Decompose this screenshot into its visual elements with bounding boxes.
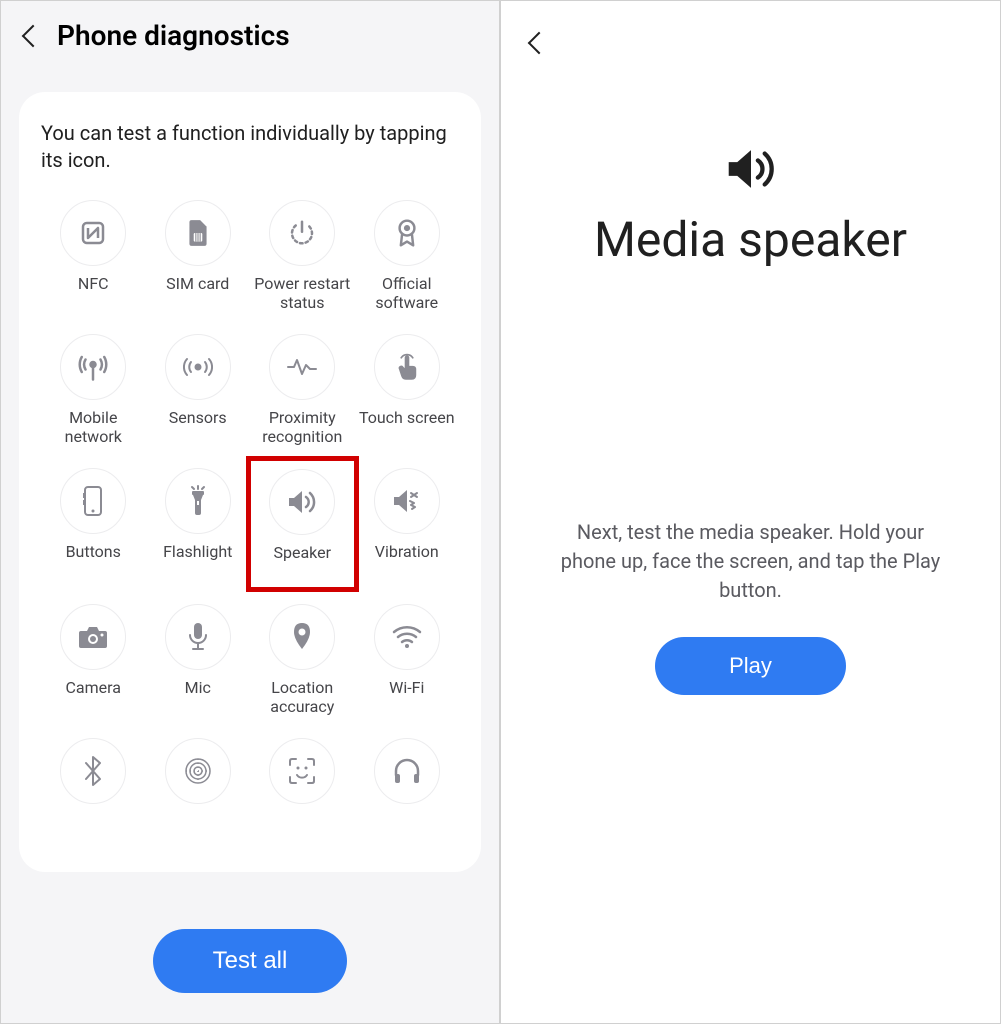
play-button[interactable]: Play [655, 637, 846, 695]
tile-label: SIM card [166, 274, 229, 314]
speaker-icon [723, 145, 779, 193]
speaker-icon [269, 469, 335, 535]
tile-label: Power restart status [252, 274, 353, 314]
tile-nfc[interactable]: NFC [41, 196, 146, 318]
media-speaker-screen: Media speaker Next, test the media speak… [500, 0, 1001, 1024]
nfc-icon [60, 200, 126, 266]
test-all-button[interactable]: Test all [153, 929, 348, 993]
tile-label: Wi-Fi [389, 678, 424, 718]
tile-face[interactable] [250, 734, 355, 856]
diagnostics-card: You can test a function individually by … [19, 92, 481, 872]
tile-label: Location accuracy [252, 678, 353, 718]
tile-label: Flashlight [163, 542, 232, 582]
title: Media speaker [594, 211, 907, 268]
fingerprint-icon [165, 738, 231, 804]
content: Media speaker Next, test the media speak… [501, 89, 1000, 695]
header: Phone diagnostics [1, 1, 499, 62]
tile-label: Mic [185, 678, 211, 718]
tile-speaker[interactable]: Speaker [246, 456, 359, 592]
tile-touch[interactable]: Touch screen [355, 330, 460, 452]
tile-label: NFC [78, 274, 109, 314]
wifi-icon [374, 604, 440, 670]
tile-power[interactable]: Power restart status [250, 196, 355, 318]
sensors-icon [165, 334, 231, 400]
tile-fingerprint[interactable] [146, 734, 251, 856]
badge-icon [374, 200, 440, 266]
tile-camera[interactable]: Camera [41, 600, 146, 722]
bluetooth-icon [60, 738, 126, 804]
tile-flashlight[interactable]: Flashlight [146, 464, 251, 588]
instructions: Next, test the media speaker. Hold your … [551, 518, 951, 605]
antenna-icon [60, 334, 126, 400]
tile-label: Sensors [169, 408, 227, 448]
tile-mic[interactable]: Mic [146, 600, 251, 722]
header [501, 1, 1000, 89]
tile-mobile[interactable]: Mobile network [41, 330, 146, 452]
tile-label: Touch screen [359, 408, 455, 448]
touch-icon [374, 334, 440, 400]
tile-label: Speaker [273, 543, 331, 583]
page-title: Phone diagnostics [57, 19, 290, 52]
vibration-icon [374, 468, 440, 534]
tile-wifi[interactable]: Wi-Fi [355, 600, 460, 722]
tile-vibration[interactable]: Vibration [355, 464, 460, 588]
tile-official[interactable]: Official software [355, 196, 460, 318]
tile-label: Buttons [66, 542, 121, 582]
power-icon [269, 200, 335, 266]
tile-sensors[interactable]: Sensors [146, 330, 251, 452]
tile-buttons[interactable]: Buttons [41, 464, 146, 588]
diagnostics-screen: Phone diagnostics You can test a functio… [0, 0, 500, 1024]
tile-location[interactable]: Location accuracy [250, 600, 355, 722]
location-icon [269, 604, 335, 670]
tile-label: Mobile network [43, 408, 144, 448]
buttons-icon [60, 468, 126, 534]
sim-icon [165, 200, 231, 266]
tile-label: Camera [66, 678, 121, 718]
back-icon[interactable] [21, 22, 39, 50]
diagnostics-grid: NFC SIM card Power restart status Offici… [41, 196, 459, 856]
face-icon [269, 738, 335, 804]
tile-label: Vibration [375, 542, 439, 582]
tile-headphone[interactable] [355, 734, 460, 856]
proximity-icon [269, 334, 335, 400]
mic-icon [165, 604, 231, 670]
back-icon[interactable] [527, 29, 545, 57]
intro-text: You can test a function individually by … [41, 120, 459, 174]
tile-bluetooth[interactable] [41, 734, 146, 856]
tile-sim[interactable]: SIM card [146, 196, 251, 318]
tile-proximity[interactable]: Proximity recognition [250, 330, 355, 452]
tile-label: Proximity recognition [252, 408, 353, 448]
camera-icon [60, 604, 126, 670]
headphone-icon [374, 738, 440, 804]
footer-fade: Test all [1, 873, 499, 1023]
flashlight-icon [165, 468, 231, 534]
tile-label: Official software [357, 274, 458, 314]
